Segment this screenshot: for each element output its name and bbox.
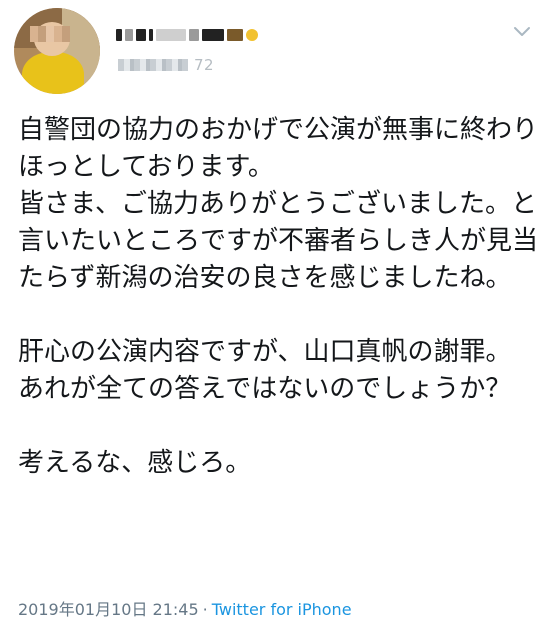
redaction-block	[149, 29, 153, 41]
tweet-source-link[interactable]: Twitter for iPhone	[212, 600, 352, 619]
chevron-down-icon[interactable]	[512, 24, 532, 40]
meta-separator: ·	[202, 600, 208, 619]
handle-mask	[118, 59, 188, 71]
redaction-block	[202, 29, 224, 41]
avatar-mosaic	[30, 26, 70, 42]
tweet-card: 72 自警団の協力のおかげで公演が無事に終わりほっとしております。 皆さま、ご協…	[0, 0, 550, 642]
emoji-icon	[246, 29, 258, 41]
handle-redacted[interactable]: 72	[118, 56, 214, 74]
redaction-block	[227, 29, 243, 41]
tweet-timestamp[interactable]: 2019年01月10日 21:45	[18, 600, 199, 619]
redaction-block	[156, 29, 186, 41]
display-name-redacted[interactable]	[116, 26, 258, 44]
redaction-block	[116, 29, 122, 41]
tweet-metadata: 2019年01月10日 21:45 · Twitter for iPhone	[18, 596, 352, 620]
avatar[interactable]	[14, 8, 100, 94]
handle-suffix: 72	[194, 56, 215, 74]
redaction-block	[136, 29, 146, 41]
tweet-text: 自警団の協力のおかげで公演が無事に終わりほっとしております。 皆さま、ご協力あり…	[18, 115, 539, 478]
redaction-block	[189, 29, 199, 41]
avatar-shirt	[22, 52, 84, 94]
redaction-block	[125, 29, 133, 41]
